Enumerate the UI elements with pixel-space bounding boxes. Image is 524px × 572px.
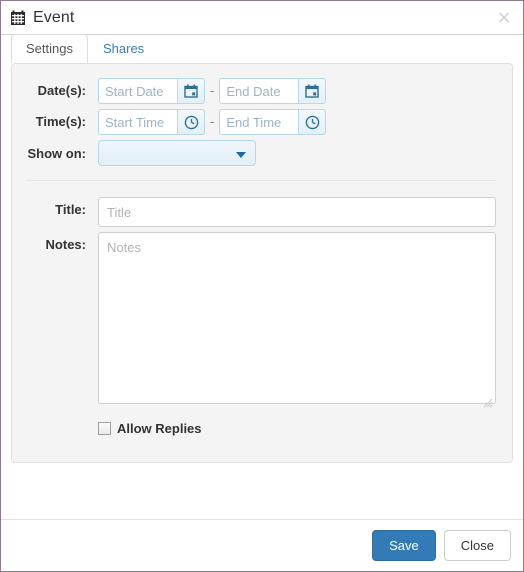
title-field-area: [98, 197, 496, 227]
start-time-input[interactable]: [98, 109, 177, 135]
allow-replies-control: Allow Replies: [98, 421, 202, 436]
show-on-select[interactable]: [98, 140, 256, 166]
dialog-title: Event: [33, 8, 75, 26]
end-date-group: [219, 78, 327, 104]
close-button[interactable]: Close: [443, 530, 511, 561]
start-date-picker-icon[interactable]: [177, 78, 205, 104]
end-time-picker-icon[interactable]: [298, 109, 327, 135]
show-on-row: Show on:: [12, 140, 496, 166]
dialog-titlebar: Event ×: [1, 1, 523, 35]
close-icon[interactable]: ×: [495, 8, 513, 27]
title-input[interactable]: [98, 197, 496, 227]
start-time-picker-icon[interactable]: [177, 109, 205, 135]
notes-wrapper: [98, 232, 496, 409]
allow-replies-checkbox[interactable]: [98, 422, 111, 435]
tab-settings[interactable]: Settings: [11, 34, 88, 64]
allow-replies-row: Allow Replies: [12, 414, 496, 436]
save-button[interactable]: Save: [372, 530, 436, 561]
times-separator: -: [210, 114, 215, 129]
start-time-group: [98, 109, 205, 135]
show-on-label: Show on:: [27, 146, 87, 161]
start-date-group: [98, 78, 205, 104]
calendar-icon: [10, 10, 26, 26]
title-label: Title:: [55, 202, 86, 217]
end-date-input[interactable]: [219, 78, 299, 104]
dates-separator: -: [210, 83, 215, 98]
settings-panel: Date(s): Start Date - End Date Time(s): …: [11, 63, 513, 463]
notes-label: Notes:: [45, 237, 86, 252]
tab-shares[interactable]: Shares: [88, 34, 159, 64]
notes-field-area: [98, 232, 496, 409]
notes-row: Notes:: [12, 232, 496, 409]
times-label: Time(s):: [35, 114, 86, 129]
notes-textarea[interactable]: [98, 232, 496, 404]
show-on-field-area: [98, 140, 496, 166]
times-field-area: -: [98, 109, 496, 135]
section-divider: [26, 180, 496, 181]
allow-replies-label[interactable]: Allow Replies: [117, 421, 202, 436]
end-time-group: [219, 109, 327, 135]
chevron-down-icon: [236, 152, 246, 158]
dialog-footer: Save Close: [1, 519, 523, 571]
dialog-body: Date(s): Start Date - End Date Time(s): …: [1, 63, 523, 519]
times-row: Time(s): -: [12, 109, 496, 135]
tab-bar: Settings Shares: [1, 34, 523, 64]
event-dialog: Event × Settings Shares Date(s): Start D…: [0, 0, 524, 572]
dates-field-area: -: [98, 78, 496, 104]
start-date-input[interactable]: [98, 78, 177, 104]
dates-row: Date(s): Start Date - End Date: [12, 78, 496, 104]
dates-label: Date(s):: [37, 83, 86, 98]
end-time-input[interactable]: [219, 109, 299, 135]
title-row: Title:: [12, 197, 496, 227]
end-date-picker-icon[interactable]: [298, 78, 327, 104]
